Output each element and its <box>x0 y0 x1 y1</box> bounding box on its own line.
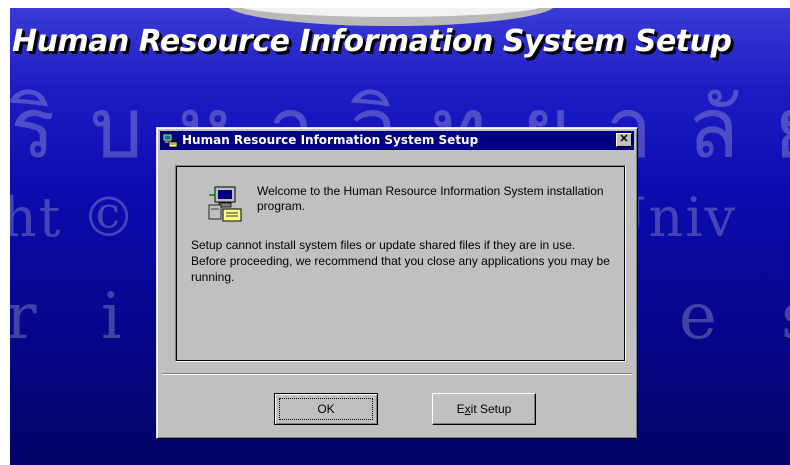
exit-button-label: Exit Setup <box>456 402 512 416</box>
ok-button[interactable]: OK <box>274 393 378 425</box>
message-frame: Welcome to the Human Resource Informatio… <box>175 165 626 362</box>
close-icon[interactable]: ✕ <box>616 133 632 147</box>
message-frame-inner: Welcome to the Human Resource Informatio… <box>176 166 625 361</box>
exit-setup-button[interactable]: Exit Setup <box>432 393 536 425</box>
dialog-titlebar[interactable]: Human Resource Information System Setup … <box>160 131 634 150</box>
setup-banner-title: Human Resource Information System Setup <box>12 24 732 59</box>
button-separator <box>162 373 632 375</box>
setup-dialog: Human Resource Information System Setup … <box>156 127 638 439</box>
setup-computer-icon <box>205 185 245 223</box>
welcome-message: Welcome to the Human Resource Informatio… <box>257 184 604 213</box>
warning-message: Setup cannot install system files or upd… <box>191 238 610 284</box>
dialog-title: Human Resource Information System Setup <box>182 133 479 147</box>
focus-rectangle <box>279 398 373 420</box>
setup-background: Human Resource Information System Setup … <box>10 8 790 465</box>
setup-computer-icon <box>162 133 178 148</box>
